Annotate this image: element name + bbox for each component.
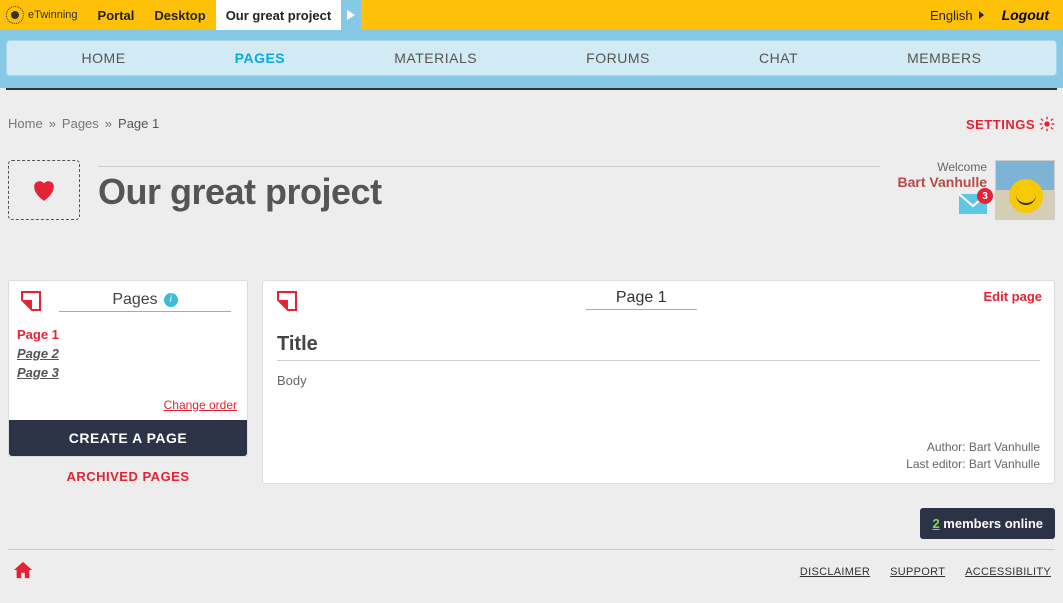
topnav-project[interactable]: Our great project bbox=[216, 0, 341, 30]
footer: 2 members online DISCLAIMER SUPPORT ACCE… bbox=[8, 508, 1055, 593]
user-box: Welcome Bart Vanhulle 3 bbox=[898, 160, 1055, 220]
home-icon bbox=[12, 560, 34, 580]
footer-support[interactable]: SUPPORT bbox=[890, 566, 945, 578]
nav-chat[interactable]: CHAT bbox=[759, 50, 798, 66]
page-fold-icon bbox=[19, 289, 43, 313]
breadcrumb-pages[interactable]: Pages bbox=[62, 116, 99, 131]
author-label: Author: Bart Vanhulle bbox=[906, 439, 1040, 456]
play-icon bbox=[347, 10, 355, 20]
play-button[interactable] bbox=[341, 0, 361, 30]
home-button[interactable] bbox=[12, 560, 34, 583]
welcome-label: Welcome bbox=[898, 160, 987, 174]
page-list-item-2[interactable]: Page 2 bbox=[17, 346, 239, 361]
pages-panel: Pages i Page 1 Page 2 Page 3 Change orde… bbox=[8, 280, 248, 457]
archived-pages-link[interactable]: ARCHIVED PAGES bbox=[8, 469, 248, 484]
page-fold-icon bbox=[275, 289, 299, 313]
footer-disclaimer[interactable]: DISCLAIMER bbox=[800, 566, 870, 578]
nav-materials[interactable]: MATERIALS bbox=[394, 50, 477, 66]
info-icon[interactable]: i bbox=[164, 293, 178, 307]
content-meta: Author: Bart Vanhulle Last editor: Bart … bbox=[906, 439, 1040, 473]
chevron-right-icon bbox=[979, 11, 984, 19]
members-online-button[interactable]: 2 members online bbox=[920, 508, 1055, 539]
main-nav-wrap: HOME PAGES MATERIALS FORUMS CHAT MEMBERS bbox=[0, 30, 1063, 88]
content-body: Body bbox=[277, 373, 1040, 388]
logo-icon bbox=[6, 6, 24, 24]
mail-button[interactable]: 3 bbox=[959, 194, 987, 217]
footer-accessibility[interactable]: ACCESSIBILITY bbox=[965, 566, 1051, 578]
nav-pages[interactable]: PAGES bbox=[235, 50, 285, 66]
gear-icon bbox=[1039, 116, 1055, 132]
language-label: English bbox=[930, 8, 973, 23]
nav-forums[interactable]: FORUMS bbox=[586, 50, 650, 66]
topnav-portal[interactable]: Portal bbox=[88, 0, 145, 30]
create-page-button[interactable]: CREATE A PAGE bbox=[9, 420, 247, 456]
divider bbox=[6, 88, 1057, 90]
breadcrumb-home[interactable]: Home bbox=[8, 116, 43, 131]
favorite-box[interactable] bbox=[8, 160, 80, 220]
language-selector[interactable]: English bbox=[930, 8, 984, 23]
brand-text: eTwinning bbox=[28, 9, 78, 21]
edit-page-link[interactable]: Edit page bbox=[983, 289, 1042, 304]
settings-label: SETTINGS bbox=[966, 117, 1035, 132]
nav-home[interactable]: HOME bbox=[82, 50, 126, 66]
editor-label: Last editor: Bart Vanhulle bbox=[906, 456, 1040, 473]
breadcrumb-current: Page 1 bbox=[118, 116, 159, 131]
top-bar: eTwinning Portal Desktop Our great proje… bbox=[0, 0, 1063, 30]
page-content-panel: Page 1 Edit page Title Body Author: Bart… bbox=[262, 280, 1055, 484]
page-list-item-3[interactable]: Page 3 bbox=[17, 365, 239, 380]
page-title: Our great project bbox=[98, 171, 880, 213]
avatar[interactable] bbox=[995, 160, 1055, 220]
content-title: Title bbox=[277, 333, 1040, 361]
change-order-link[interactable]: Change order bbox=[164, 398, 237, 412]
pages-panel-title: Pages bbox=[112, 291, 157, 309]
breadcrumb: Home » Pages » Page 1 bbox=[8, 116, 159, 131]
mail-badge: 3 bbox=[977, 188, 993, 204]
brand-logo[interactable]: eTwinning bbox=[6, 6, 78, 24]
content-page-title: Page 1 bbox=[586, 289, 697, 310]
page-list-item-1[interactable]: Page 1 bbox=[17, 327, 239, 342]
content-area: Home » Pages » Page 1 SETTINGS Our great… bbox=[0, 98, 1063, 603]
online-count: 2 bbox=[932, 516, 939, 531]
logout-link[interactable]: Logout bbox=[1002, 7, 1049, 23]
nav-members[interactable]: MEMBERS bbox=[907, 50, 981, 66]
heart-icon bbox=[30, 178, 58, 202]
username-link[interactable]: Bart Vanhulle bbox=[898, 174, 987, 190]
settings-link[interactable]: SETTINGS bbox=[966, 116, 1055, 132]
online-label: members online bbox=[940, 516, 1043, 531]
main-nav: HOME PAGES MATERIALS FORUMS CHAT MEMBERS bbox=[6, 40, 1057, 76]
topnav-desktop[interactable]: Desktop bbox=[144, 0, 215, 30]
